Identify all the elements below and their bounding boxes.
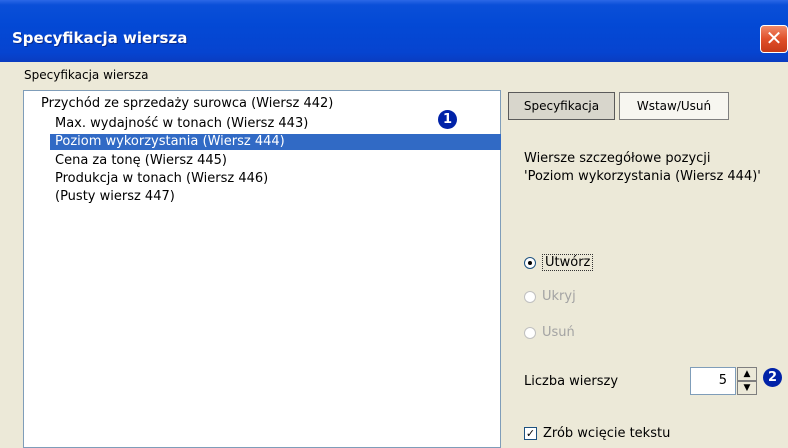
radio-ukryj-control <box>524 290 536 303</box>
indent-text-checkbox[interactable]: ✓ Zrób wcięcie tekstu <box>524 425 670 443</box>
radio-utworz-control[interactable] <box>524 256 536 269</box>
arrow-down-icon: ▼ <box>743 383 751 393</box>
radio-ukryj: Ukryj <box>524 288 576 306</box>
radio-ukryj-label: Ukryj <box>542 289 576 304</box>
arrow-up-icon: ▲ <box>743 369 751 379</box>
spin-down-button[interactable]: ▼ <box>737 381 757 395</box>
row-tree-list[interactable]: Przychód ze sprzedaży surowca (Wiersz 44… <box>23 90 501 448</box>
radio-usun-control <box>524 326 536 339</box>
tree-item-row-442[interactable]: Przychód ze sprzedaży surowca (Wiersz 44… <box>41 96 333 112</box>
row-count-input[interactable]: 5 <box>690 367 736 395</box>
panel-description: Wiersze szczegółowe pozycji 'Poziom wyko… <box>524 151 761 184</box>
spin-up-button[interactable]: ▲ <box>737 367 757 381</box>
radio-utworz[interactable]: Utwórz <box>524 254 594 272</box>
title-bar: Specyfikacja wiersza ✕ <box>0 0 788 62</box>
close-button[interactable]: ✕ <box>760 25 788 53</box>
radio-usun-label: Usuń <box>542 325 575 340</box>
tree-item-row-443[interactable]: Max. wydajność w tonach (Wiersz 443) <box>55 116 308 132</box>
window-title: Specyfikacja wiersza <box>12 29 188 47</box>
tree-item-row-444[interactable]: Poziom wykorzystania (Wiersz 444) <box>50 134 501 150</box>
row-count-label: Liczba wierszy <box>524 374 619 389</box>
tree-item-row-445[interactable]: Cena za tonę (Wiersz 445) <box>55 153 227 169</box>
callout-marker-2: 2 <box>763 368 782 387</box>
radio-usun: Usuń <box>524 324 575 342</box>
indent-text-label: Zrób wcięcie tekstu <box>543 426 671 441</box>
callout-marker-1: 1 <box>438 110 457 129</box>
radio-utworz-label: Utwórz <box>542 254 594 271</box>
close-icon: ✕ <box>765 26 783 50</box>
tree-item-row-447[interactable]: (Pusty wiersz 447) <box>55 189 175 205</box>
tab-wstaw-usun[interactable]: Wstaw/Usuń <box>619 92 729 120</box>
tree-item-row-446[interactable]: Produkcja w tonach (Wiersz 446) <box>55 171 268 187</box>
checkbox-control[interactable]: ✓ <box>524 427 537 440</box>
group-label: Specyfikacja wiersza <box>24 68 149 82</box>
tab-specyfikacja[interactable]: Specyfikacja <box>508 92 615 120</box>
